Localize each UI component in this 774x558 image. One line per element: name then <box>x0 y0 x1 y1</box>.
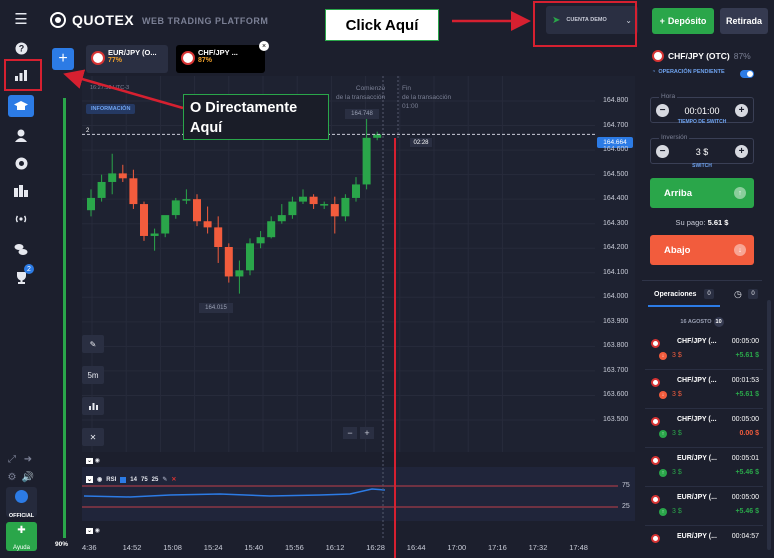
annotation-arrows <box>63 11 531 110</box>
trading-screen: ☰ ? 2 ⤢ ➜ ⚙ 🔊 OFFICIAL ✚ Ayuda QUOTEX WE… <box>0 0 774 558</box>
arrow-to-sidebar <box>63 69 184 110</box>
